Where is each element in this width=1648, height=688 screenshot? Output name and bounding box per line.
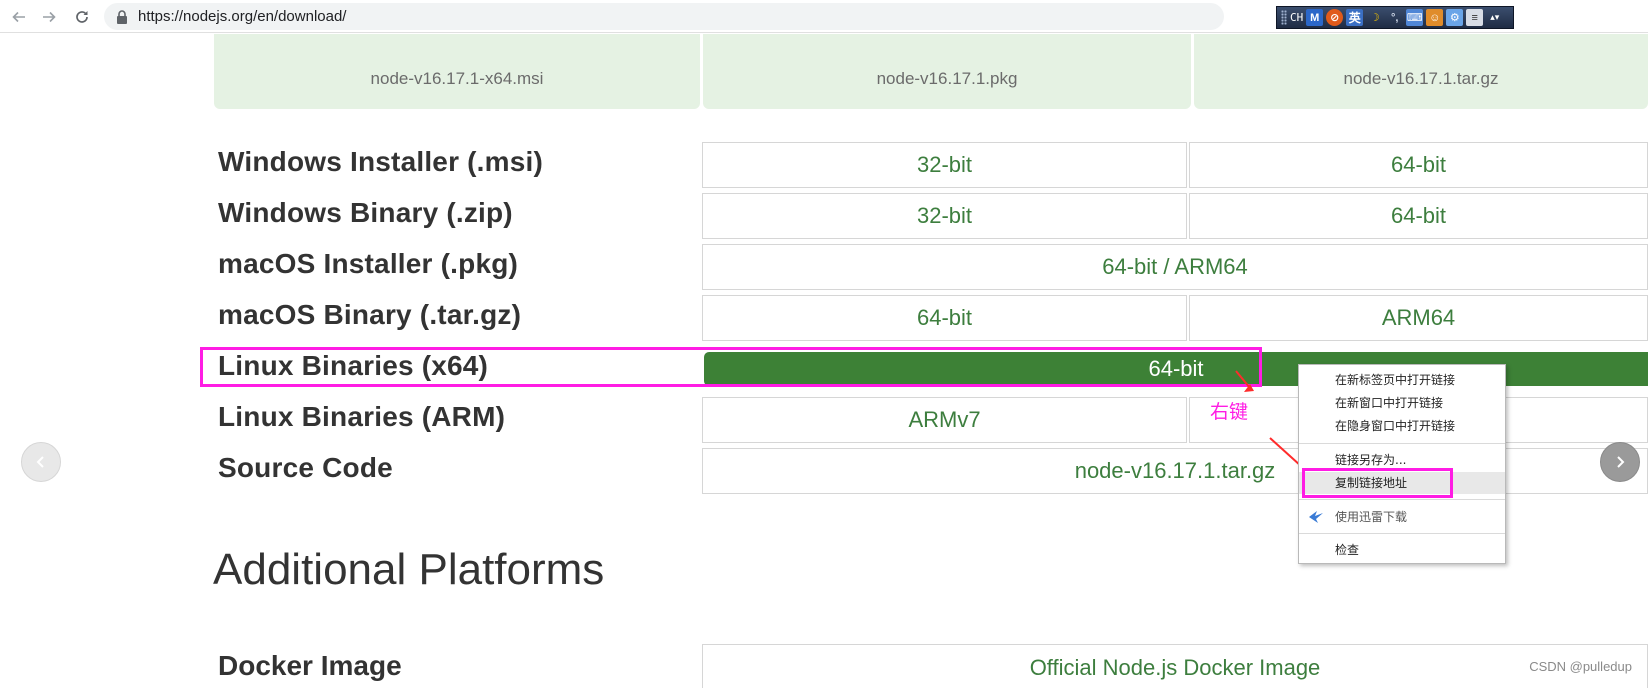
forward-button[interactable]	[38, 6, 60, 28]
docker-image-link[interactable]: Official Node.js Docker Image	[702, 644, 1648, 688]
right-click-annotation: 右键	[1210, 402, 1249, 423]
context-menu: 在新标签页中打开链接 在新窗口中打开链接 在隐身窗口中打开链接 链接另存为...…	[1298, 364, 1506, 564]
tile-label[interactable]: node-v16.17.1.pkg	[703, 69, 1191, 89]
row-label: macOS Installer (.pkg)	[218, 248, 519, 279]
back-button[interactable]	[8, 6, 30, 28]
download-link[interactable]: ARM64	[1189, 295, 1648, 341]
row-label: macOS Binary (.tar.gz)	[218, 299, 522, 330]
additional-platforms-heading: Additional Platforms	[213, 545, 605, 594]
table-row: macOS Binary (.tar.gz) 64-bit ARM64	[214, 293, 1648, 341]
annotation-highlight-box	[1302, 468, 1453, 498]
menu-item-open-new-tab[interactable]: 在新标签页中打开链接	[1299, 369, 1505, 391]
reload-icon	[76, 11, 88, 23]
download-link[interactable]: 64-bit	[702, 295, 1187, 341]
menu-item-open-incognito[interactable]: 在隐身窗口中打开链接	[1299, 415, 1505, 437]
row-label: Windows Installer (.msi)	[218, 146, 544, 177]
lock-icon	[117, 10, 127, 24]
row-label: Windows Binary (.zip)	[218, 197, 513, 228]
menu-separator	[1299, 443, 1505, 444]
ime-toolbar[interactable]: CH M ⊘ 英 ☽ °, ⌨ ☺ ⚙ ≡ ▴▾	[1276, 6, 1514, 29]
url-text[interactable]: https://nodejs.org/en/download/	[138, 8, 346, 25]
menu-icon[interactable]: ▴▾	[1486, 9, 1503, 26]
menu-separator	[1299, 499, 1505, 500]
download-tiles: node-v16.17.1-x64.msi node-v16.17.1.pkg …	[214, 34, 1648, 109]
keyboard-icon[interactable]: ⌨	[1406, 9, 1424, 26]
source-code-tile[interactable]: node-v16.17.1.tar.gz	[1194, 34, 1648, 109]
windows-installer-tile[interactable]: node-v16.17.1-x64.msi	[214, 34, 700, 109]
menu-item-inspect[interactable]: 检查	[1299, 539, 1505, 561]
watermark: CSDN @pulledup	[1529, 659, 1632, 674]
menu-item-thunder-download[interactable]: 使用迅雷下载	[1299, 506, 1505, 528]
download-link[interactable]: ARMv7	[702, 397, 1187, 443]
download-link[interactable]: 64-bit / ARM64	[702, 244, 1648, 290]
m-icon[interactable]: M	[1306, 9, 1324, 26]
no-entry-icon[interactable]: ⊘	[1326, 9, 1344, 26]
skin-icon[interactable]: ☺	[1426, 9, 1444, 26]
row-label: Source Code	[218, 452, 393, 483]
tile-label[interactable]: node-v16.17.1.tar.gz	[1194, 69, 1648, 89]
tile-label[interactable]: node-v16.17.1-x64.msi	[214, 69, 700, 89]
browser-toolbar: https://nodejs.org/en/download/ CH M ⊘ 英…	[0, 0, 1648, 33]
annotation-highlight-box	[200, 347, 1262, 387]
punctuation-icon[interactable]: °,	[1386, 9, 1403, 26]
download-link[interactable]: 32-bit	[702, 193, 1187, 239]
download-link[interactable]: 64-bit	[1189, 142, 1648, 188]
reload-button[interactable]	[71, 6, 93, 28]
download-link[interactable]: 64-bit	[1189, 193, 1648, 239]
settings-icon[interactable]: ≡	[1466, 9, 1484, 26]
ime-language[interactable]: CH	[1290, 11, 1303, 24]
carousel-prev-button[interactable]	[21, 442, 61, 482]
download-link[interactable]: node-v16.17.1.tar.gz	[702, 448, 1648, 494]
download-link[interactable]: 32-bit	[702, 142, 1187, 188]
thunder-bird-icon	[1309, 511, 1323, 523]
back-arrow-icon	[12, 11, 25, 23]
menu-item-open-new-window[interactable]: 在新窗口中打开链接	[1299, 392, 1505, 414]
english-mode-icon[interactable]: 英	[1346, 9, 1364, 26]
forward-arrow-icon	[43, 11, 56, 23]
macos-installer-tile[interactable]: node-v16.17.1.pkg	[703, 34, 1191, 109]
row-label: Linux Binaries (ARM)	[218, 401, 506, 432]
table-row: Windows Installer (.msi) 32-bit 64-bit	[214, 140, 1648, 188]
table-row: macOS Installer (.pkg) 64-bit / ARM64	[214, 242, 1648, 290]
chevron-right-icon	[1617, 456, 1625, 468]
moon-icon[interactable]: ☽	[1366, 9, 1383, 26]
table-row: Docker Image Official Node.js Docker Ima…	[214, 642, 1648, 688]
menu-item-label: 使用迅雷下载	[1335, 510, 1408, 524]
table-row: Windows Binary (.zip) 32-bit 64-bit	[214, 191, 1648, 239]
menu-separator	[1299, 533, 1505, 534]
carousel-next-button[interactable]	[1600, 442, 1640, 482]
toolbox-icon[interactable]: ⚙	[1446, 9, 1464, 26]
row-label: Docker Image	[218, 650, 402, 681]
chevron-left-icon	[36, 456, 44, 468]
grip-icon[interactable]	[1281, 10, 1287, 25]
address-bar[interactable]: https://nodejs.org/en/download/	[104, 3, 1224, 30]
